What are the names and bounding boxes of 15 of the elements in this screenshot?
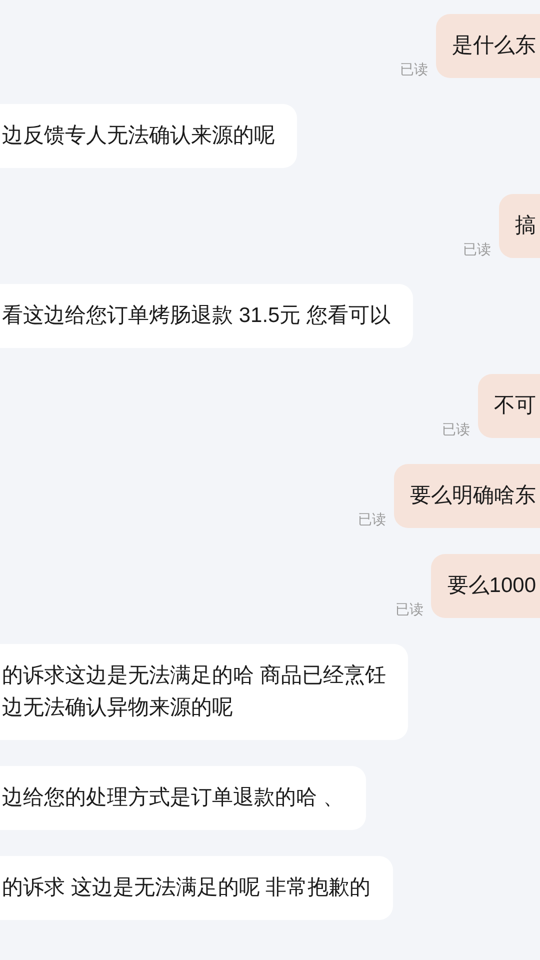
sent-message-bubble: 不可 [478,374,540,438]
sent-message-bubble: 是什么东 [436,14,540,78]
sent-message-bubble: 要么1000 [431,554,540,618]
read-receipt: 已读 [463,242,491,256]
received-message-bubble: 的诉求 这边是无法满足的呢 非常抱歉的 [0,856,393,920]
read-receipt: 已读 [358,512,386,526]
read-receipt: 已读 [442,422,470,436]
received-message-bubble: 边给您的处理方式是订单退款的哈 、 [0,766,366,830]
read-receipt: 已读 [395,602,424,616]
sent-message-bubble: 搞 [499,194,540,258]
received-message-bubble: 边反馈专人无法确认来源的呢 [0,104,297,168]
received-message-bubble: 看这边给您订单烤肠退款 31.5元 您看可以 [0,284,413,348]
received-message-bubble: 的诉求这边是无法满足的哈 商品已经烹饪 边无法确认异物来源的呢 [0,644,408,740]
sent-message-bubble: 要么明确啥东 [394,464,540,528]
read-receipt: 已读 [400,62,428,76]
